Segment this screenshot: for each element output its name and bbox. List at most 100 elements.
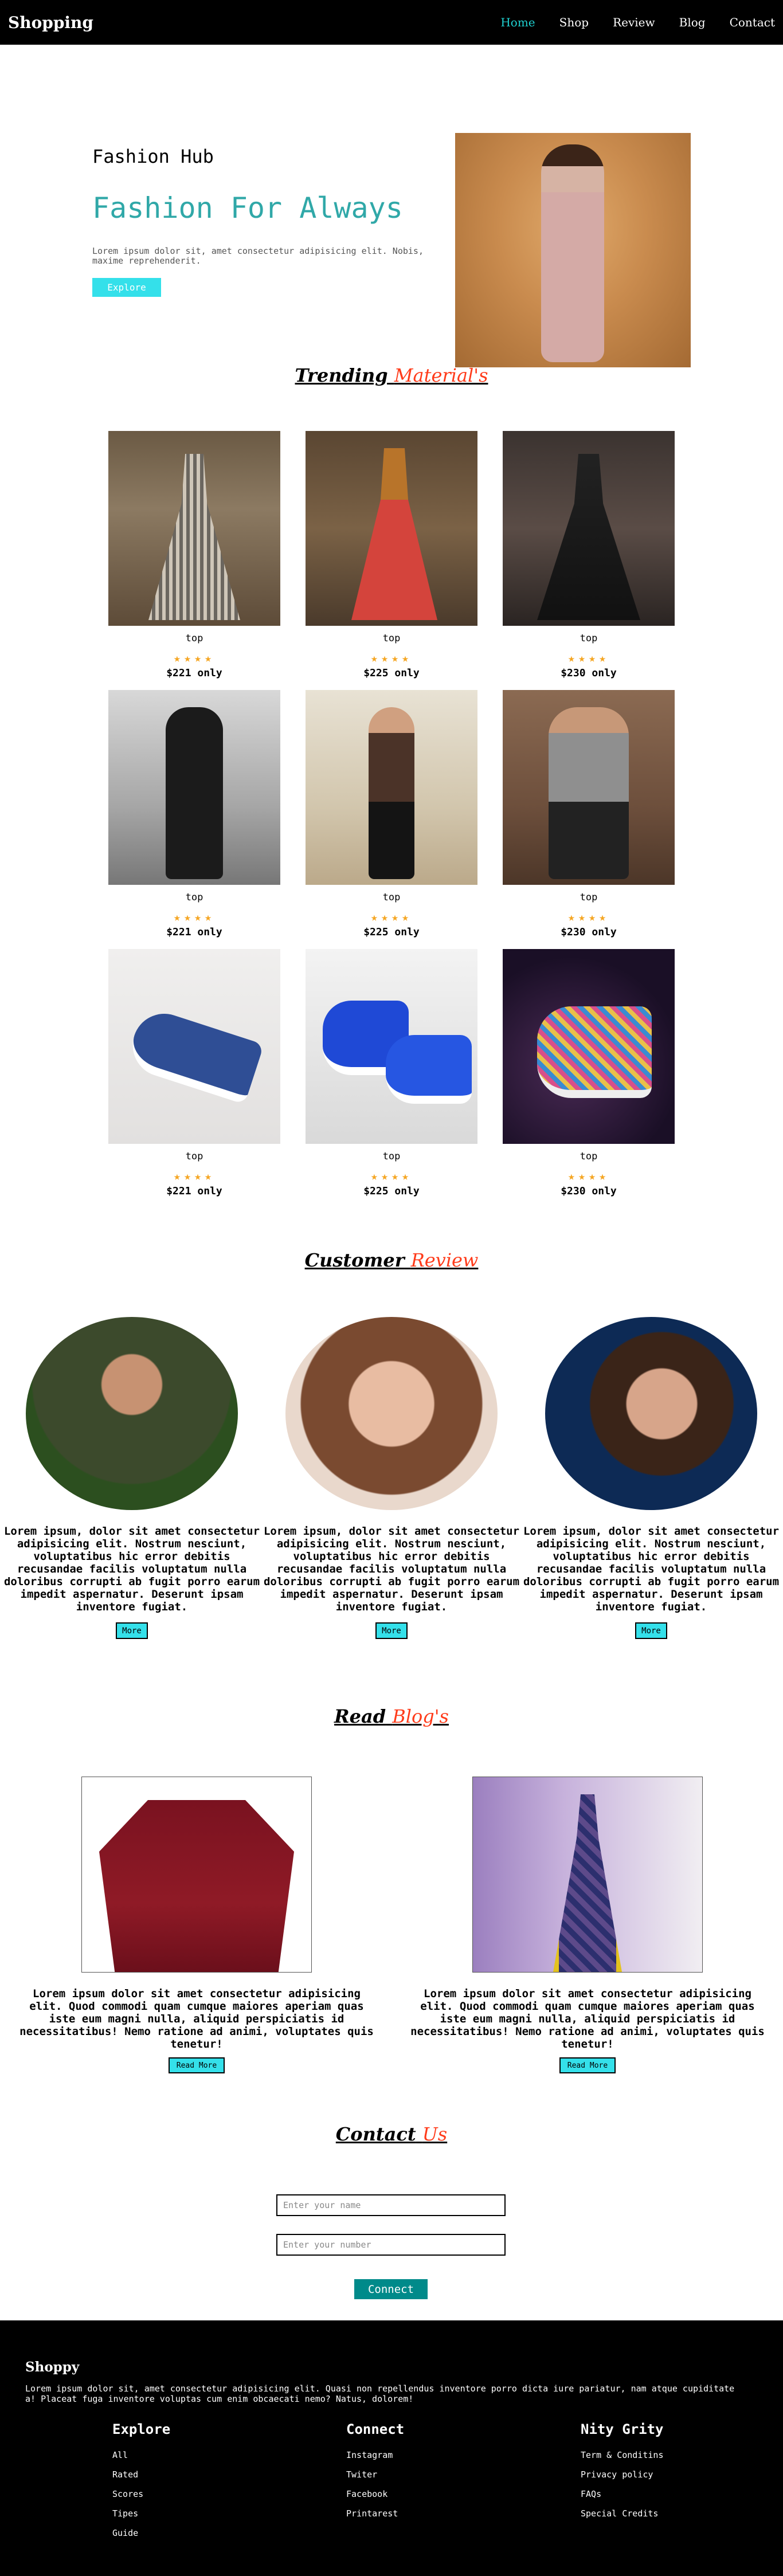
blog-heading-wrap: Read Blog's [0,1705,783,1727]
footer-column-connect: Connect Instagram Twiter Facebook Printa… [346,2421,404,2523]
read-more-button[interactable]: Read More [559,2057,616,2073]
product-name: top [382,892,401,903]
nav-menu: Home Shop Review Blog Contact [500,15,775,29]
product-card[interactable]: top ★★★★ $230 only [503,431,675,680]
footer-link[interactable]: Scores [112,2484,170,2504]
product-image[interactable] [306,431,477,626]
product-card[interactable]: top ★★★★ $221 only [108,690,280,939]
product-name: top [580,1151,598,1162]
blog-card: Lorem ipsum dolor sit amet consectetur a… [404,1777,771,2073]
product-card[interactable]: top ★★★★ $225 only [306,431,477,680]
contact-heading-plain: Contact [335,2123,416,2145]
footer-column-explore: Explore All Rated Scores Tipes Guide [112,2421,170,2543]
footer-heading: Connect [346,2421,405,2437]
star-rating: ★★★★ [173,910,216,924]
nav-link-contact[interactable]: Contact [730,15,775,29]
review-more-button[interactable]: More [375,1622,408,1639]
product-image[interactable] [108,431,280,626]
review-text: Lorem ipsum, dolor sit amet consectetur … [523,1525,780,1613]
blog-text: Lorem ipsum dolor sit amet consectetur a… [19,1987,374,2050]
product-image[interactable] [306,690,477,885]
man-figure [549,707,629,879]
product-image[interactable] [108,690,280,885]
review-text: Lorem ipsum, dolor sit amet consectetur … [3,1525,260,1613]
hero-title: Fashion For Always [92,191,403,225]
product-price: $225 only [363,926,420,938]
footer-text: Lorem ipsum dolor sit, amet consectetur … [25,2383,735,2404]
product-image[interactable] [306,949,477,1144]
connect-button[interactable]: Connect [354,2279,428,2299]
footer-link[interactable]: Twiter [346,2465,404,2484]
review-text: Lorem ipsum, dolor sit amet consectetur … [263,1525,520,1613]
footer-link[interactable]: Tipes [112,2504,170,2523]
shoe-shape [386,1035,472,1104]
product-card[interactable]: top ★★★★ $225 only [306,949,477,1198]
customer-avatar [545,1317,757,1510]
footer-link[interactable]: Facebook [346,2484,404,2504]
review-more-button[interactable]: More [635,1622,667,1639]
product-image[interactable] [503,431,675,626]
dress-shape [148,454,240,620]
read-more-button[interactable]: Read More [169,2057,225,2073]
product-name: top [580,892,598,903]
trending-heading-wrap: Trending Material's [0,364,783,386]
footer-link[interactable]: Special Credits [581,2504,664,2523]
product-name: top [382,1151,401,1162]
customer-avatar [285,1317,498,1510]
star-rating: ★★★★ [173,1169,216,1183]
product-card[interactable]: top ★★★★ $225 only [306,690,477,939]
product-price: $221 only [166,667,222,679]
blog-image[interactable] [81,1777,312,1973]
footer: Shoppy Lorem ipsum dolor sit, amet conse… [0,2320,783,2576]
blog-heading: Read Blog's [0,1705,783,1727]
blog-image[interactable] [472,1777,703,1973]
footer-link[interactable]: Printarest [346,2504,404,2523]
product-price: $221 only [166,1185,222,1197]
site-logo[interactable]: Shopping [8,13,93,32]
product-card[interactable]: top ★★★★ $221 only [108,431,280,680]
product-card[interactable]: top ★★★★ $221 only [108,949,280,1198]
nav-link-home[interactable]: Home [500,15,535,29]
star-rating: ★★★★ [567,651,610,665]
product-card[interactable]: top ★★★★ $230 only [503,949,675,1198]
nav-link-blog[interactable]: Blog [679,15,706,29]
star-rating: ★★★★ [370,910,413,924]
product-name: top [580,633,598,644]
number-input[interactable] [276,2234,506,2256]
product-image[interactable] [503,690,675,885]
product-image[interactable] [503,949,675,1144]
footer-link[interactable]: FAQs [581,2484,664,2504]
product-image[interactable] [108,949,280,1144]
review-more-button[interactable]: More [116,1622,148,1639]
nav-link-shop[interactable]: Shop [559,15,589,29]
footer-link[interactable]: Term & Conditins [581,2445,664,2465]
hero-section: Fashion Hub Fashion For Always Lorem ips… [0,45,783,367]
review-heading: Customer Review [0,1249,783,1271]
product-price: $230 only [561,926,617,938]
product-price: $225 only [363,1185,420,1197]
blog-text: Lorem ipsum dolor sit amet consectetur a… [410,1987,765,2050]
product-price: $225 only [363,667,420,679]
review-heading-plain: Customer [304,1249,405,1271]
footer-link[interactable]: Guide [112,2523,170,2543]
nav-link-review[interactable]: Review [613,15,655,29]
shoe-shape [124,1005,264,1105]
man-figure [369,707,414,879]
contact-heading: Contact Us [0,2123,783,2145]
footer-link[interactable]: Rated [112,2465,170,2484]
trending-heading-plain: Trending [295,364,388,386]
footer-link[interactable]: Privacy policy [581,2465,664,2484]
footer-link[interactable]: All [112,2445,170,2465]
footer-heading: Explore [112,2421,171,2437]
product-card[interactable]: top ★★★★ $230 only [503,690,675,939]
top-navbar: Shopping Home Shop Review Blog Contact [0,0,783,45]
footer-link[interactable]: Instagram [346,2445,404,2465]
star-rating: ★★★★ [370,651,413,665]
blog-card: Lorem ipsum dolor sit amet consectetur a… [13,1777,380,2073]
footer-title: Shoppy [25,2359,80,2375]
model-figure [541,144,604,362]
footer-heading: Nity Grity [581,2421,664,2437]
explore-button[interactable]: Explore [92,278,161,297]
dress-shape [351,448,437,620]
name-input[interactable] [276,2194,506,2216]
